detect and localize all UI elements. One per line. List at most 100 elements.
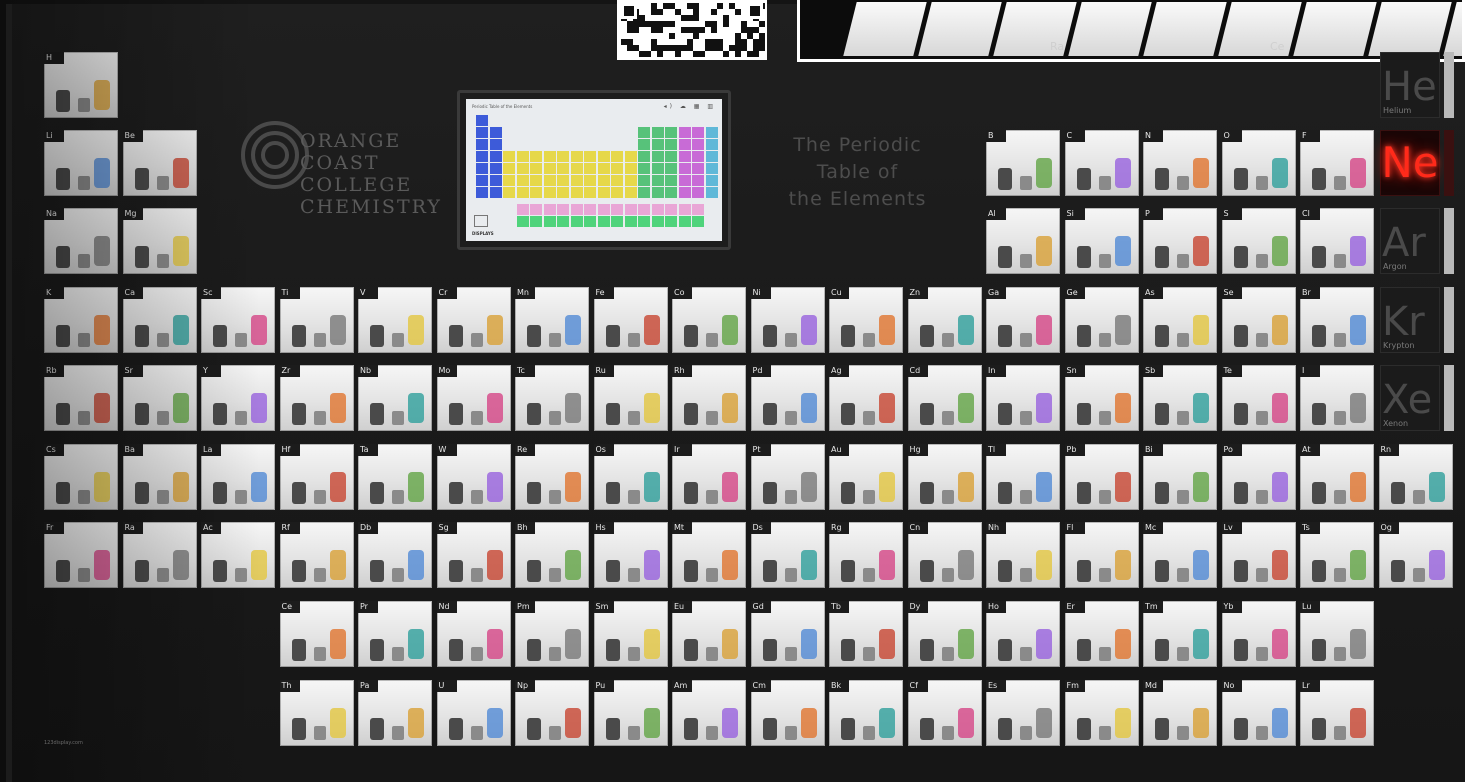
- element-tile-ag[interactable]: Ag: [829, 365, 903, 431]
- monitor-mini-tile[interactable]: [611, 163, 623, 174]
- monitor-mini-tile[interactable]: [543, 204, 556, 215]
- monitor-mini-tile[interactable]: [489, 187, 502, 198]
- element-tile-br[interactable]: Br: [1300, 287, 1374, 353]
- monitor-mini-tile[interactable]: [476, 187, 488, 198]
- monitor-mini-tile[interactable]: [651, 127, 664, 138]
- element-tile-cu[interactable]: Cu: [829, 287, 903, 353]
- monitor-mini-tile[interactable]: [678, 175, 691, 186]
- element-tile-ca[interactable]: Ca: [122, 287, 197, 353]
- element-tile-zr[interactable]: Zr: [279, 365, 354, 431]
- element-tile-he[interactable]: He Helium: [1380, 52, 1440, 118]
- element-tile-f[interactable]: F: [1300, 130, 1374, 196]
- monitor-mini-tile[interactable]: [651, 139, 664, 150]
- element-tile-po[interactable]: Po: [1221, 444, 1296, 510]
- monitor-mini-tile[interactable]: [624, 216, 637, 227]
- monitor-mini-tile[interactable]: [584, 187, 596, 198]
- monitor-mini-tile[interactable]: [557, 163, 569, 174]
- neon-sign[interactable]: Ne: [1380, 130, 1440, 196]
- element-tile-ac[interactable]: Ac: [201, 522, 275, 588]
- element-tile-ce[interactable]: Ce: [279, 601, 354, 667]
- monitor-mini-tile[interactable]: [638, 127, 650, 138]
- element-tile-be[interactable]: Be: [122, 130, 197, 196]
- element-tile-ir[interactable]: Ir: [672, 444, 746, 510]
- monitor-mini-tile[interactable]: [597, 175, 610, 186]
- element-tile-nb[interactable]: Nb: [358, 365, 432, 431]
- monitor-mini-tile[interactable]: [611, 187, 623, 198]
- element-tile-ds[interactable]: Ds: [750, 522, 825, 588]
- element-tile-db[interactable]: Db: [358, 522, 432, 588]
- element-tile-pb[interactable]: Pb: [1064, 444, 1139, 510]
- element-tile-c[interactable]: C: [1064, 130, 1139, 196]
- element-tile-sg[interactable]: Sg: [436, 522, 511, 588]
- monitor-mini-tile[interactable]: [597, 204, 610, 215]
- element-tile-ho[interactable]: Ho: [986, 601, 1060, 667]
- monitor-mini-tile[interactable]: [516, 204, 529, 215]
- monitor-mini-tile[interactable]: [624, 175, 637, 186]
- monitor-mini-tile[interactable]: [543, 175, 556, 186]
- monitor-mini-tile[interactable]: [624, 151, 637, 162]
- element-tile-y[interactable]: Y: [201, 365, 275, 431]
- monitor-mini-tile[interactable]: [516, 175, 529, 186]
- monitor-mini-tile[interactable]: [665, 187, 677, 198]
- element-tile-cn[interactable]: Cn: [907, 522, 982, 588]
- monitor-mini-tile[interactable]: [692, 163, 704, 174]
- monitor-mini-tile[interactable]: [638, 204, 650, 215]
- monitor-mini-tile[interactable]: [692, 127, 704, 138]
- element-tile-se[interactable]: Se: [1221, 287, 1296, 353]
- monitor-mini-tile[interactable]: [530, 204, 542, 215]
- element-tile-er[interactable]: Er: [1064, 601, 1139, 667]
- monitor-mini-tile[interactable]: [503, 175, 515, 186]
- monitor-mini-tile[interactable]: [624, 163, 637, 174]
- monitor-mini-tile[interactable]: [570, 151, 583, 162]
- monitor-mini-tile[interactable]: [489, 163, 502, 174]
- element-tile-ga[interactable]: Ga: [986, 287, 1060, 353]
- monitor-mini-tile[interactable]: [530, 175, 542, 186]
- element-tile-co[interactable]: Co: [672, 287, 746, 353]
- monitor-mini-tile[interactable]: [692, 187, 704, 198]
- monitor-screen[interactable]: Periodic Table of the Elements ◂) ☁ ▦ ▥ …: [466, 99, 722, 241]
- element-tile-cs[interactable]: Cs: [44, 444, 118, 510]
- element-tile-no[interactable]: No: [1221, 680, 1296, 746]
- element-tile-mg[interactable]: Mg: [122, 208, 197, 274]
- monitor-mini-tile[interactable]: [597, 163, 610, 174]
- element-tile-sr[interactable]: Sr: [122, 365, 197, 431]
- monitor-mini-tile[interactable]: [516, 187, 529, 198]
- element-tile-s[interactable]: S: [1221, 208, 1296, 274]
- element-tile-k[interactable]: K: [44, 287, 118, 353]
- monitor-mini-tile[interactable]: [638, 139, 650, 150]
- monitor-mini-tile[interactable]: [570, 216, 583, 227]
- monitor-mini-tile[interactable]: [543, 163, 556, 174]
- monitor-mini-tile[interactable]: [692, 216, 704, 227]
- monitor-mini-tile[interactable]: [678, 163, 691, 174]
- element-tile-mt[interactable]: Mt: [672, 522, 746, 588]
- monitor-mini-tile[interactable]: [584, 175, 596, 186]
- element-tile-w[interactable]: W: [436, 444, 511, 510]
- monitor-mini-tile[interactable]: [692, 204, 704, 215]
- element-tile-kr[interactable]: Kr Krypton: [1380, 287, 1440, 353]
- monitor-mini-tile[interactable]: [705, 127, 718, 138]
- monitor-mini-tile[interactable]: [557, 175, 569, 186]
- element-tile-te[interactable]: Te: [1221, 365, 1296, 431]
- monitor-mini-tile[interactable]: [692, 151, 704, 162]
- element-tile-ge[interactable]: Ge: [1064, 287, 1139, 353]
- element-tile-si[interactable]: Si: [1064, 208, 1139, 274]
- element-tile-cd[interactable]: Cd: [907, 365, 982, 431]
- monitor-mini-tile[interactable]: [557, 216, 569, 227]
- element-tile-ra[interactable]: Ra: [122, 522, 197, 588]
- monitor-mini-tile[interactable]: [611, 175, 623, 186]
- monitor-mini-tile[interactable]: [584, 151, 596, 162]
- monitor-mini-tile[interactable]: [665, 151, 677, 162]
- element-tile-hf[interactable]: Hf: [279, 444, 354, 510]
- monitor-mini-tile[interactable]: [530, 187, 542, 198]
- monitor-toolbar-icons[interactable]: ◂) ☁ ▦ ▥: [664, 103, 716, 110]
- monitor-mini-tile[interactable]: [651, 163, 664, 174]
- element-tile-ti[interactable]: Ti: [279, 287, 354, 353]
- element-tile-lu[interactable]: Lu: [1300, 601, 1374, 667]
- element-tile-th[interactable]: Th: [279, 680, 354, 746]
- monitor-mini-tile[interactable]: [665, 204, 677, 215]
- monitor-mini-tile[interactable]: [638, 151, 650, 162]
- monitor-mini-tile[interactable]: [597, 216, 610, 227]
- element-tile-nh[interactable]: Nh: [986, 522, 1060, 588]
- element-tile-yb[interactable]: Yb: [1221, 601, 1296, 667]
- monitor-mini-tile[interactable]: [692, 139, 704, 150]
